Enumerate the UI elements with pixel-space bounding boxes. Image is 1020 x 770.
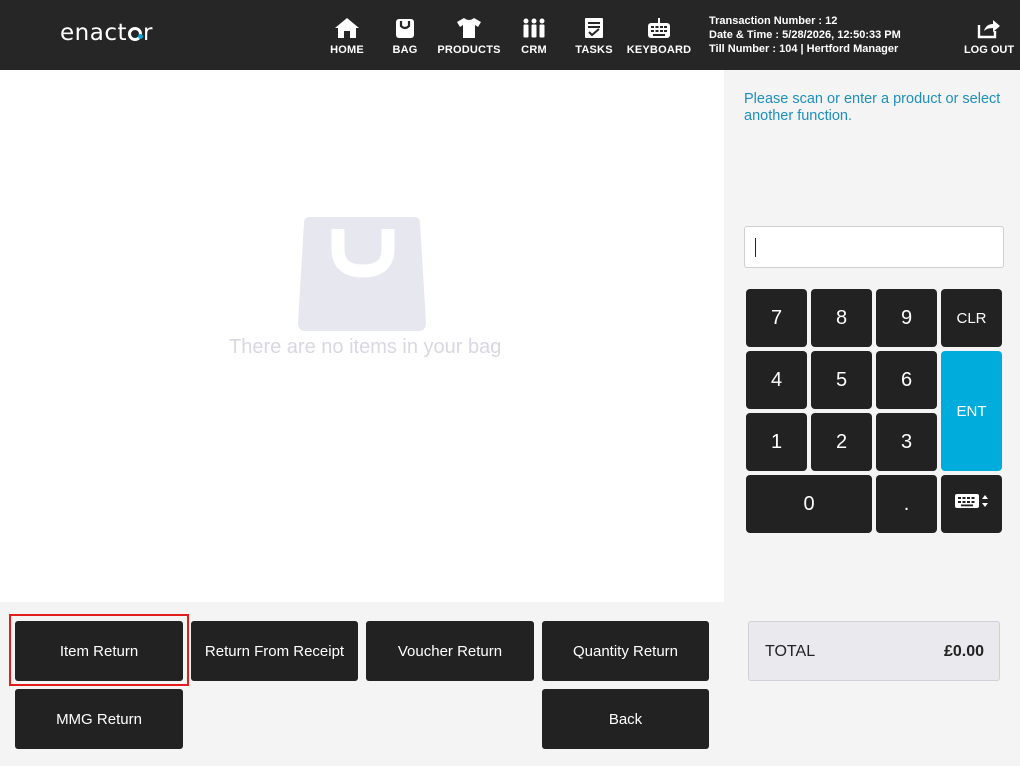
key-5[interactable]: 5 xyxy=(811,351,872,409)
bag-icon xyxy=(370,15,440,39)
key-enter[interactable]: ENT xyxy=(941,351,1002,471)
key-0[interactable]: 0 xyxy=(746,475,872,533)
key-8[interactable]: 8 xyxy=(811,289,872,347)
nav-tasks[interactable]: TASKS xyxy=(559,15,629,56)
total-label: TOTAL xyxy=(765,643,816,660)
key-7[interactable]: 7 xyxy=(746,289,807,347)
keyboard-toggle-icon xyxy=(954,492,990,516)
scan-prompt: Please scan or enter a product or select… xyxy=(744,91,1001,124)
key-3[interactable]: 3 xyxy=(876,413,937,471)
nav-products[interactable]: PRODUCTS xyxy=(434,15,504,56)
transaction-datetime: Date & Time : 5/28/2026, 12:50:33 PM xyxy=(709,29,901,41)
key-clear[interactable]: CLR xyxy=(941,289,1002,347)
voucher-return-button[interactable]: Voucher Return xyxy=(366,621,534,681)
logout-label: LOG OUT xyxy=(963,44,1015,56)
enactor-logo: enact r xyxy=(60,20,153,46)
empty-bag-icon xyxy=(298,215,428,338)
bag-panel: There are no items in your bag xyxy=(0,70,724,602)
quantity-return-button[interactable]: Quantity Return xyxy=(542,621,709,681)
keyboard-toggle-button[interactable] xyxy=(941,475,1002,533)
nav-bag-label: BAG xyxy=(392,44,418,56)
nav-products-label: PRODUCTS xyxy=(437,44,501,56)
nav-keyboard-label: KEYBOARD xyxy=(626,44,692,56)
text-caret xyxy=(755,238,756,257)
empty-bag-message: There are no items in your bag xyxy=(229,336,502,358)
key-decimal[interactable]: . xyxy=(876,475,937,533)
mmg-return-button[interactable]: MMG Return xyxy=(15,689,183,749)
tasks-icon xyxy=(559,15,629,39)
key-1[interactable]: 1 xyxy=(746,413,807,471)
key-2[interactable]: 2 xyxy=(811,413,872,471)
key-4[interactable]: 4 xyxy=(746,351,807,409)
key-6[interactable]: 6 xyxy=(876,351,937,409)
key-9[interactable]: 9 xyxy=(876,289,937,347)
item-return-button[interactable]: Item Return xyxy=(15,621,183,681)
return-from-receipt-button[interactable]: Return From Receipt xyxy=(191,621,358,681)
logout-button[interactable]: LOG OUT xyxy=(958,15,1020,56)
nav-keyboard[interactable]: KEYBOARD xyxy=(624,15,694,56)
transaction-number: Transaction Number : 12 xyxy=(709,15,838,27)
till-number: Till Number : 104 | Hertford Manager xyxy=(709,43,899,55)
footer-strip xyxy=(0,766,1020,770)
total-value: £0.00 xyxy=(943,643,984,660)
shirt-icon xyxy=(434,15,504,39)
back-button[interactable]: Back xyxy=(542,689,709,749)
logout-icon xyxy=(958,15,1020,39)
top-bar: enact r HOME BAG PRODUCTS CRM TASKS KEYB… xyxy=(0,0,1020,70)
transaction-info: Transaction Number : 12 Date & Time : 5/… xyxy=(709,14,901,56)
product-input[interactable] xyxy=(744,226,1004,268)
nav-tasks-label: TASKS xyxy=(575,44,613,56)
keyboard-icon xyxy=(624,15,694,39)
total-display: TOTAL £0.00 xyxy=(748,621,1000,681)
nav-bag[interactable]: BAG xyxy=(370,15,440,56)
